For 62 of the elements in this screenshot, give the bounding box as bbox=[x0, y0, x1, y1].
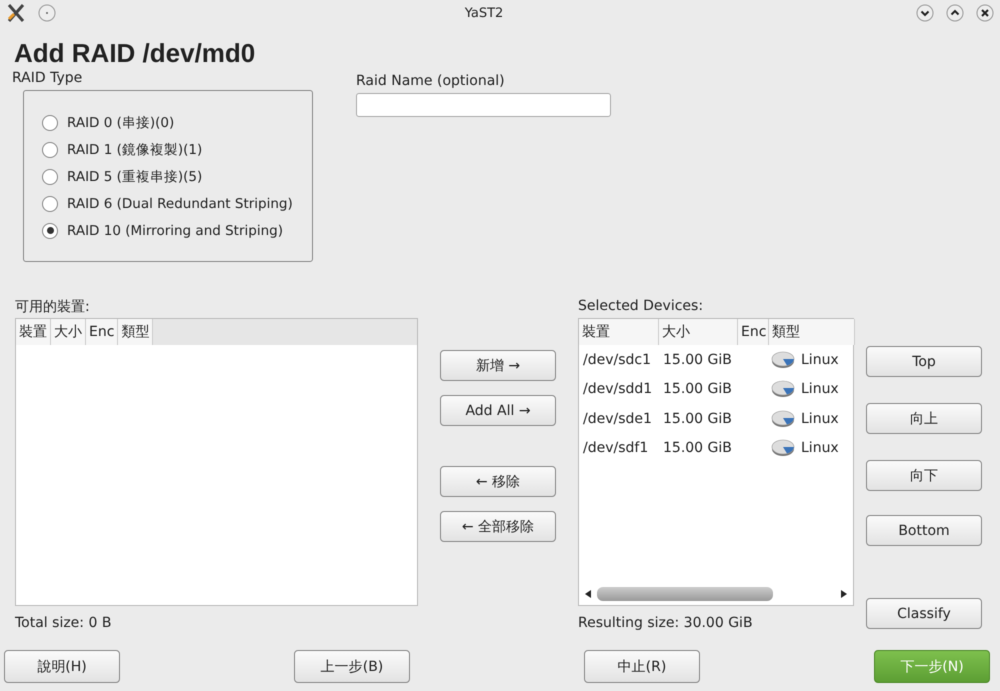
transfer-button[interactable]: Add All → bbox=[440, 395, 556, 426]
column-header[interactable]: 裝置 bbox=[16, 319, 51, 345]
radio-button[interactable] bbox=[42, 142, 58, 158]
column-header[interactable]: Enc bbox=[86, 319, 118, 345]
table-cell-text: 15.00 GiB bbox=[663, 381, 733, 398]
table-cell-text: /dev/sdf1 bbox=[583, 440, 650, 456]
radio-button[interactable] bbox=[42, 168, 58, 184]
table-cell-text: /dev/sdd1 bbox=[583, 381, 654, 398]
transfer-button[interactable]: ← 全部移除 bbox=[440, 511, 556, 542]
order-button[interactable]: Bottom bbox=[866, 515, 982, 546]
table-cell-text: 15.00 GiB bbox=[663, 410, 733, 427]
radio-option[interactable]: RAID 0 (串接)(0) bbox=[24, 109, 312, 136]
dialog-heading: Add RAID /dev/md0 bbox=[13, 37, 256, 70]
column-header[interactable]: 裝置 bbox=[579, 319, 659, 345]
order-button[interactable]: Classify bbox=[866, 598, 982, 629]
footer-button[interactable]: 中止(R) bbox=[584, 650, 700, 683]
table-cell: Linux bbox=[801, 410, 839, 427]
table-cell-text: /dev/sde1 bbox=[583, 410, 653, 427]
table-cell: Linux bbox=[801, 381, 839, 398]
table-cell-text: /dev/sdc1 bbox=[583, 352, 652, 368]
column-header[interactable]: Enc bbox=[738, 319, 769, 345]
table-cell: Linux bbox=[801, 352, 839, 368]
column-header[interactable]: 類型 bbox=[769, 319, 855, 345]
column-header[interactable]: 類型 bbox=[118, 319, 154, 345]
radio-button[interactable] bbox=[42, 114, 58, 130]
order-button[interactable]: 向下 bbox=[866, 460, 982, 491]
radio-button[interactable] bbox=[42, 196, 58, 212]
close-icon[interactable] bbox=[976, 4, 994, 22]
available-devices-label: 可用的裝置: bbox=[15, 298, 91, 317]
column-header[interactable]: 大小 bbox=[659, 319, 738, 345]
radio-button[interactable] bbox=[42, 222, 58, 238]
table-cell-text: 15.00 GiB bbox=[663, 352, 733, 368]
disk-icon bbox=[771, 380, 795, 398]
raid-type-label: RAID Type bbox=[12, 70, 84, 88]
disk-icon bbox=[771, 350, 795, 369]
disk-icon bbox=[771, 410, 795, 428]
total-size-text: Total size: 0 B bbox=[15, 615, 112, 631]
raid-name-label: Raid Name (optional) bbox=[356, 73, 506, 91]
transfer-button[interactable]: ← 移除 bbox=[440, 466, 556, 497]
selected-devices-label: Selected Devices: bbox=[578, 298, 704, 316]
window-title: YaST2 bbox=[464, 6, 504, 20]
radio-option[interactable]: RAID 1 (鏡像複製)(1) bbox=[24, 136, 312, 163]
footer-button[interactable]: 說明(H) bbox=[4, 650, 120, 683]
app-logo-icon bbox=[6, 3, 26, 23]
scroll-right-icon[interactable] bbox=[841, 590, 847, 598]
resulting-size-text: Resulting size: 30.00 GiB bbox=[578, 615, 754, 631]
minimize-icon[interactable] bbox=[916, 4, 934, 22]
order-button[interactable]: 向上 bbox=[866, 403, 982, 434]
radio-option[interactable]: RAID 10 (Mirroring and Striping) bbox=[24, 217, 312, 244]
table-cell: Linux bbox=[801, 440, 839, 456]
scroll-left-icon[interactable] bbox=[585, 590, 591, 598]
transfer-button[interactable]: 新增 → bbox=[440, 350, 556, 381]
table-cell-text: 15.00 GiB bbox=[663, 440, 733, 456]
column-header[interactable]: 大小 bbox=[51, 319, 86, 345]
order-button[interactable]: Top bbox=[866, 346, 982, 377]
radio-option[interactable]: RAID 6 (Dual Redundant Striping) bbox=[24, 190, 312, 217]
raid-name-field[interactable] bbox=[356, 93, 611, 117]
scrollbar-thumb[interactable] bbox=[597, 587, 773, 601]
maximize-icon[interactable] bbox=[946, 4, 964, 22]
footer-button[interactable]: 上一步(B) bbox=[294, 650, 410, 683]
radio-option[interactable]: RAID 5 (重複串接)(5) bbox=[24, 163, 312, 190]
disk-icon bbox=[771, 439, 795, 458]
